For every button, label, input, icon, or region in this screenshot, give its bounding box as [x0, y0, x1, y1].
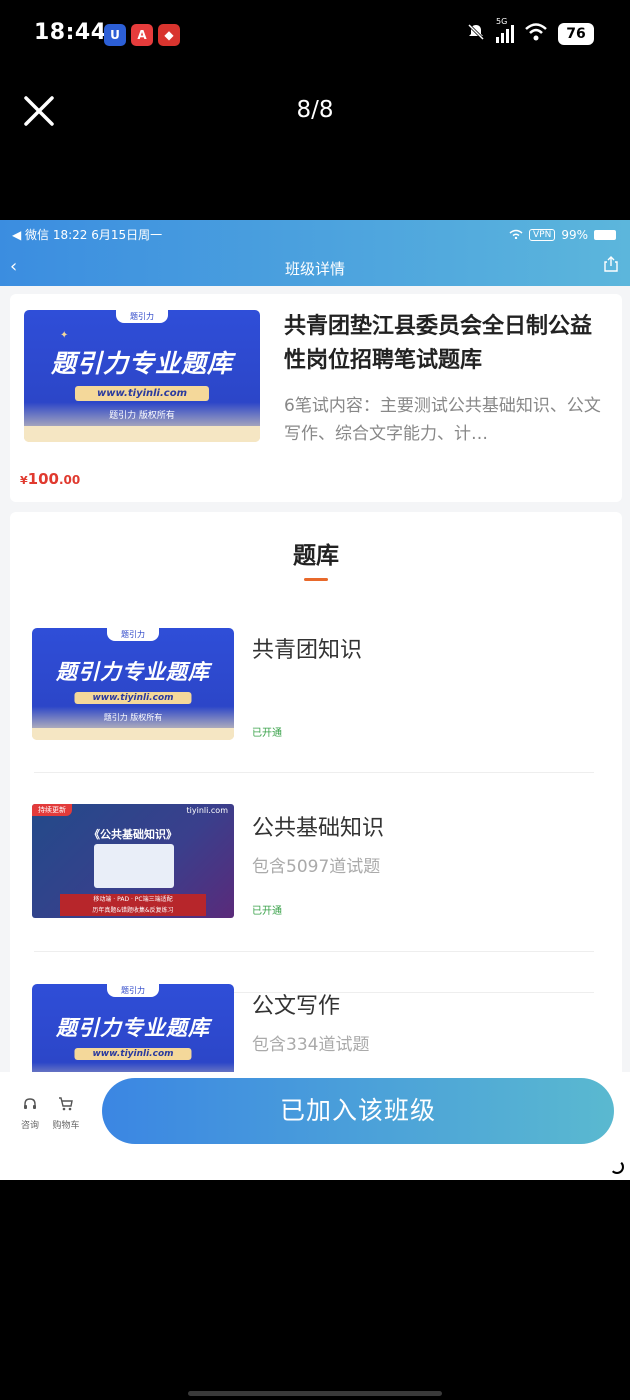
os-status-bar: 18:44 U A ◆ 5G 76 [0, 0, 630, 70]
cover-tag: 题引力 [116, 310, 168, 323]
loading-spinner-icon [610, 1160, 624, 1174]
cover-headline: 题引力专业题库 [56, 660, 210, 684]
vpn-badge: VPN [529, 228, 556, 241]
cover-url: www.tiyinli.com [74, 386, 210, 401]
inner-wifi-icon [509, 228, 523, 242]
inner-battery-icon [594, 229, 616, 240]
image-counter: 8/8 [296, 97, 334, 123]
shield-app-icon: U [104, 24, 126, 46]
cover-copyright: 题引力 版权所有 [103, 713, 163, 722]
inner-screenshot: ◀ 微信 18:22 6月15日周一 VPN 99% ‹ 班级详情 题引力 ✦ … [0, 220, 630, 1180]
inner-battery-text: 99% [561, 227, 588, 242]
headset-icon [10, 1096, 50, 1116]
cover-copyright: 题引力 版权所有 [109, 411, 175, 421]
section-title-underline [304, 578, 328, 581]
cart-icon [46, 1096, 86, 1116]
wifi-icon [524, 22, 548, 46]
bank-item-name: 共青团知识 [252, 638, 363, 663]
bottom-action-bar: 咨询 购物车 已加入该班级 [0, 1072, 630, 1180]
course-price: ¥100.00 [20, 470, 81, 488]
inner-header: ◀ 微信 18:22 6月15日周一 VPN 99% ‹ 班级详情 [0, 220, 630, 286]
share-icon[interactable] [604, 256, 618, 276]
signal-type-label: 5G [496, 17, 508, 26]
cover-brand: tiyinli.com [186, 806, 228, 815]
cover-headline: 题引力专业题库 [50, 349, 233, 378]
bank-item-communist-youth[interactable]: 题引力 题引力专业题库 www.tiyinli.com 题引力 版权所有 共青团… [32, 626, 592, 746]
cover-tag: 题引力 [107, 628, 159, 641]
os-indicators: 5G 76 [466, 17, 594, 46]
red-a-app-icon: A [131, 24, 153, 46]
cart-label: 购物车 [52, 1121, 80, 1131]
star-icon: ✦ [60, 330, 69, 341]
joined-class-button[interactable]: 已加入该班级 [102, 1078, 614, 1144]
os-app-icons: U A ◆ [104, 24, 180, 46]
inner-status-bar: ◀ 微信 18:22 6月15日周一 VPN 99% [12, 226, 616, 243]
consult-label: 咨询 [20, 1121, 39, 1131]
cover-tag: 题引力 [107, 984, 159, 997]
bank-item-status: 已开通 [252, 728, 282, 739]
page-title: 班级详情 [284, 260, 345, 278]
cover-url: www.tiyinli.com [74, 692, 192, 704]
cover-heading: 《公共基础知识》 [89, 828, 177, 841]
inner-status-left: ◀ 微信 18:22 6月15日周一 [12, 228, 163, 242]
home-indicator[interactable] [188, 1391, 442, 1396]
os-time: 18:44 [34, 20, 107, 45]
bank-item-cover: 题引力 题引力专业题库 www.tiyinli.com 题引力 版权所有 [32, 628, 234, 740]
cover-headline: 题引力专业题库 [56, 1016, 210, 1040]
course-cover-image: 题引力 ✦ 题引力专业题库 www.tiyinli.com 题引力 版权所有 [24, 310, 260, 442]
course-description: 6笔试内容：主要测试公共基础知识、公文写作、综合文字能力、计… [284, 396, 601, 444]
course-card[interactable]: 题引力 ✦ 题引力专业题库 www.tiyinli.com 题引力 版权所有 共… [10, 294, 622, 502]
cover-feature-band: 移动端 · PAD · PC端三端适配 历年真题&错题收集&反复练习 [60, 894, 206, 916]
cellular-signal-icon: 5G [496, 17, 514, 43]
bank-item-count: 包含5097道试题 [252, 857, 381, 877]
cart-button[interactable]: 购物车 [46, 1096, 86, 1131]
course-title: 共青团垫江县委员会全日制公益性岗位招聘笔试题库 [284, 314, 593, 373]
cover-badge: 持续更新 [32, 804, 72, 816]
device-mockup-image [94, 844, 174, 888]
section-title: 题库 [293, 543, 339, 569]
bank-item-name: 公文写作 [252, 994, 341, 1019]
bank-item-cover: 持续更新 tiyinli.com 《公共基础知识》 移动端 · PAD · PC… [32, 804, 234, 918]
divider [34, 772, 594, 773]
red-app-icon: ◆ [158, 24, 180, 46]
battery-indicator: 76 [558, 23, 594, 45]
bank-item-count: 包含334道试题 [252, 1035, 370, 1055]
bank-item-public-basics[interactable]: 持续更新 tiyinli.com 《公共基础知识》 移动端 · PAD · PC… [32, 804, 592, 924]
mute-icon [466, 22, 486, 46]
consult-button[interactable]: 咨询 [10, 1096, 50, 1131]
bank-item-status: 已开通 [252, 906, 282, 917]
cover-url: www.tiyinli.com [74, 1048, 192, 1060]
divider [34, 951, 594, 952]
bank-item-name: 公共基础知识 [252, 816, 385, 841]
